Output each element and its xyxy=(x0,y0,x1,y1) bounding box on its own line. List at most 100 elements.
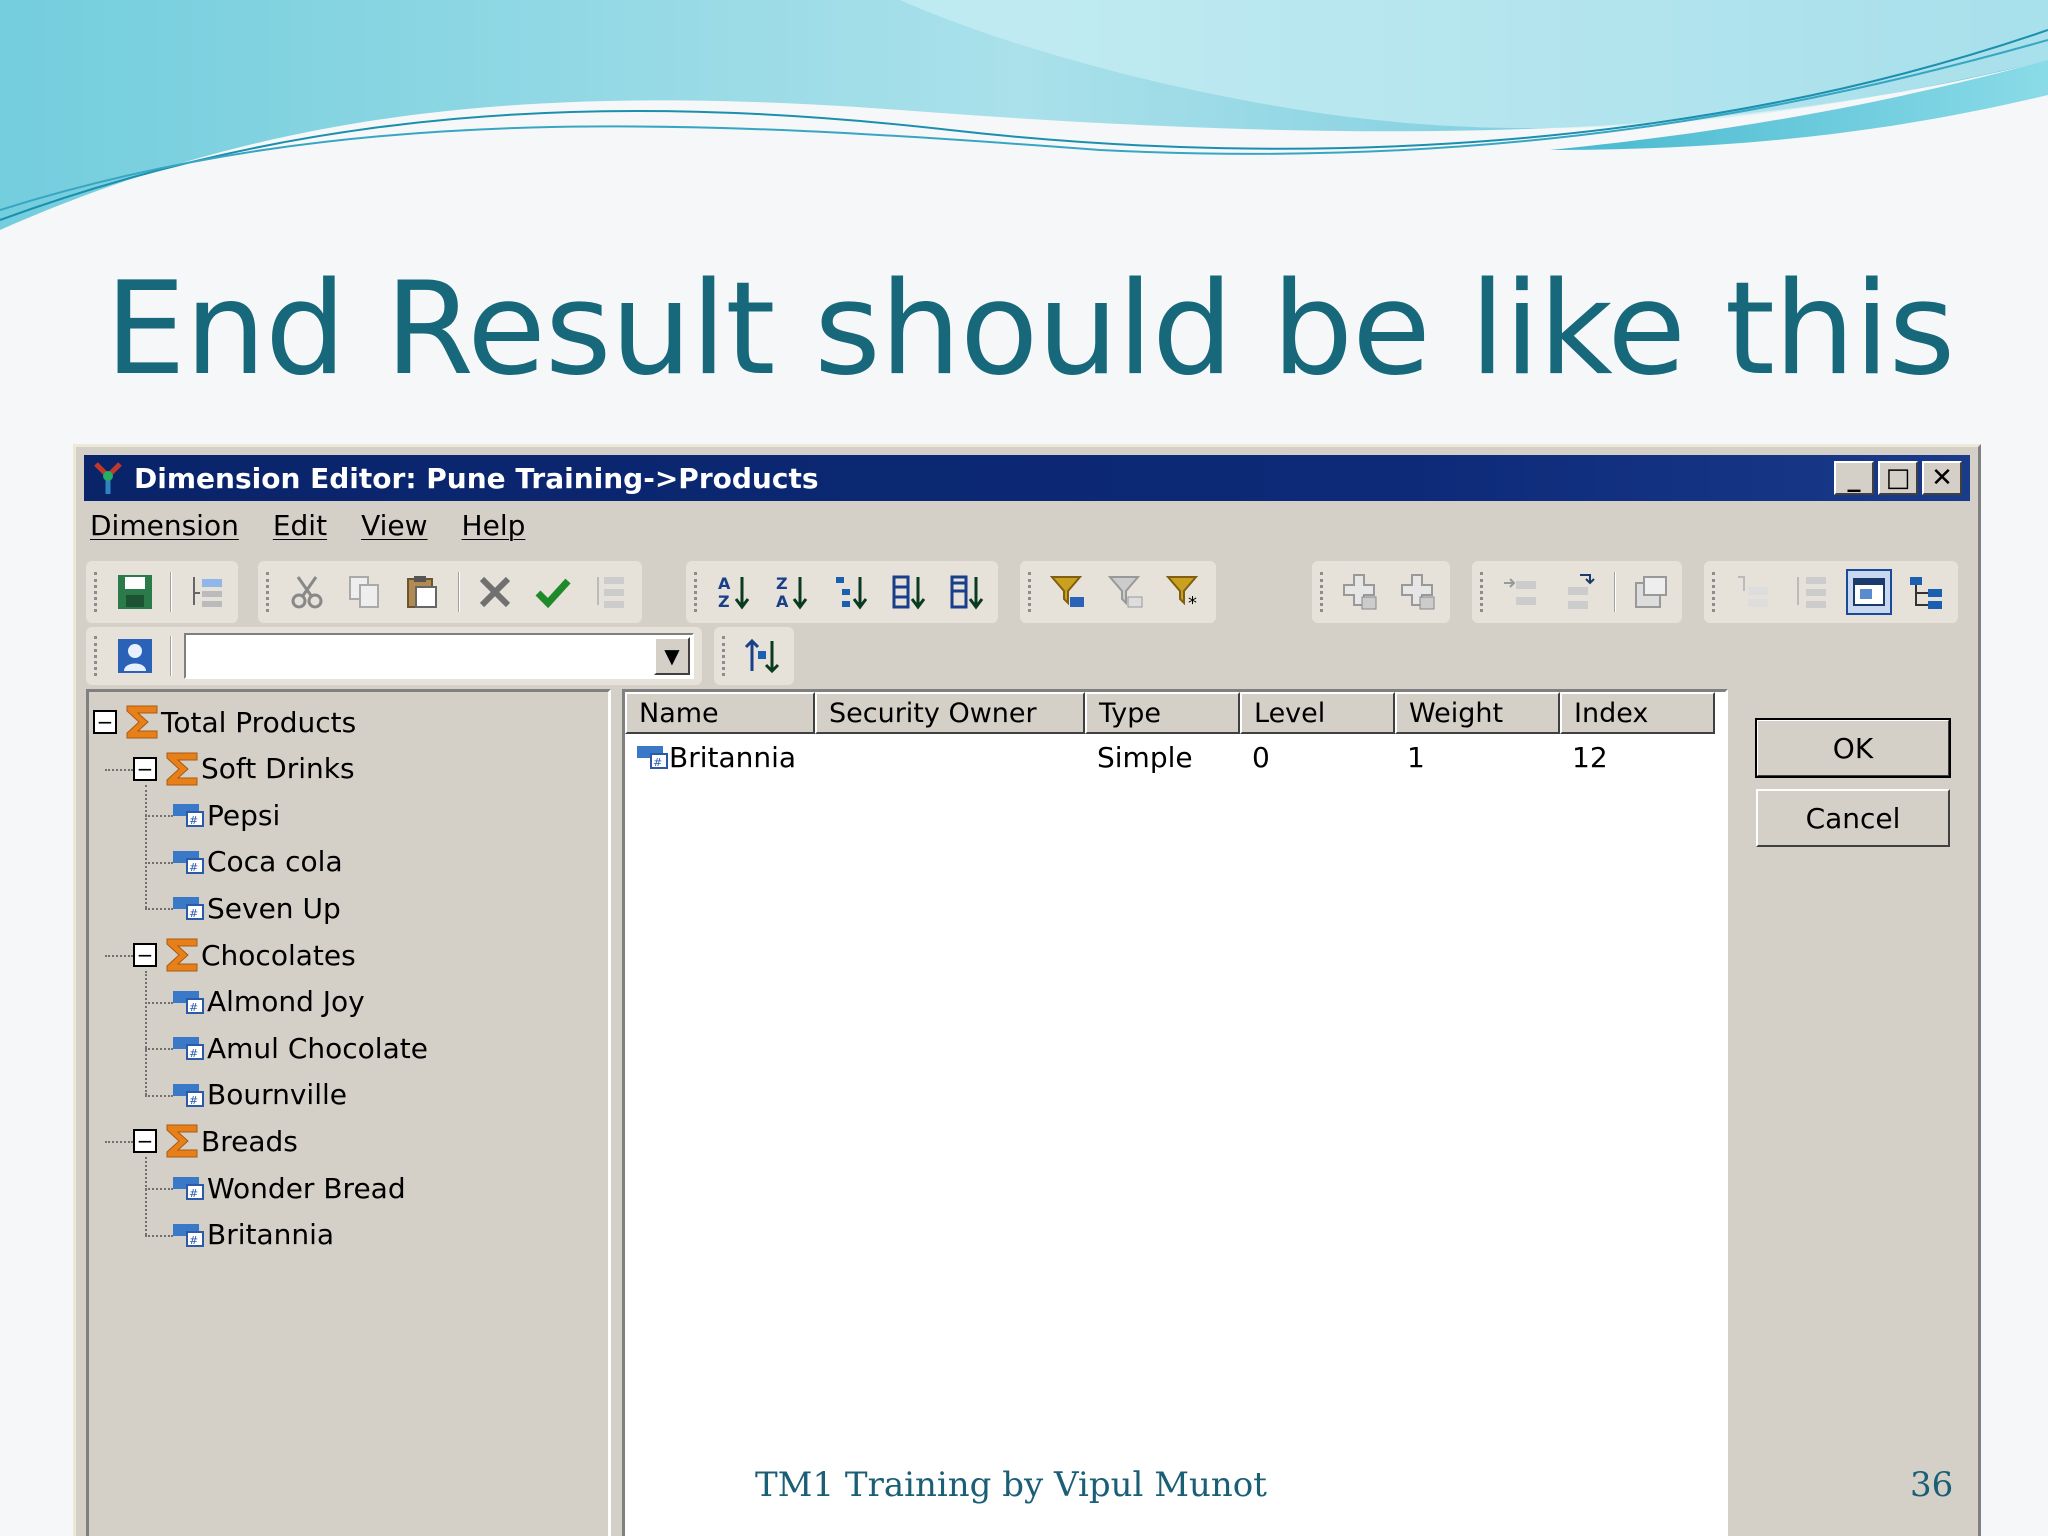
grid-cell-level: 0 xyxy=(1240,741,1395,774)
window-icon[interactable] xyxy=(1846,569,1892,615)
toolbar-grip[interactable] xyxy=(266,572,272,612)
sort-hierarchy-desc-icon[interactable] xyxy=(944,569,990,615)
tree-connector xyxy=(145,1094,173,1097)
insert-element-icon[interactable] xyxy=(184,569,230,615)
tree-node-leaf[interactable]: # Almond Joy xyxy=(173,982,365,1022)
tree-node-leaf[interactable]: # Pepsi xyxy=(173,795,280,835)
simple-element-icon: # xyxy=(173,1035,205,1061)
column-header[interactable]: Weight xyxy=(1395,692,1560,734)
toolbar-sort: AZ ZA xyxy=(686,561,998,623)
sort-az-icon[interactable]: AZ xyxy=(712,569,758,615)
tree-connector xyxy=(105,1141,133,1144)
expand-icon[interactable] xyxy=(1338,569,1384,615)
maximize-button[interactable]: □ xyxy=(1878,461,1918,495)
collapse-toggle-icon[interactable]: − xyxy=(133,1129,157,1154)
tree-node-label: Breads xyxy=(201,1124,298,1158)
paste-icon[interactable] xyxy=(400,569,446,615)
title-bar[interactable]: Dimension Editor: Pune Training->Product… xyxy=(84,455,1970,501)
toolbar-grip[interactable] xyxy=(1320,572,1326,612)
sort-hierarchy-icon[interactable] xyxy=(886,569,932,615)
ok-button[interactable]: OK xyxy=(1755,718,1951,778)
menu-dimension[interactable]: Dimension xyxy=(90,509,239,542)
simple-element-icon: # xyxy=(637,744,669,770)
tree-node-root[interactable]: − Total Products xyxy=(93,702,356,742)
user-icon[interactable] xyxy=(112,633,158,679)
column-header[interactable]: Index xyxy=(1560,692,1715,734)
tree-node-leaf[interactable]: # Bournville xyxy=(173,1075,347,1115)
grid-cell-name: # Britannia xyxy=(625,741,815,774)
simple-element-icon: # xyxy=(173,1082,205,1108)
sort-za-icon[interactable]: ZA xyxy=(770,569,816,615)
chevron-down-icon[interactable]: ▼ xyxy=(654,637,690,675)
close-button[interactable]: ✕ xyxy=(1922,461,1962,495)
filter-wildcard-icon[interactable]: * xyxy=(1162,569,1208,615)
tree-node-group[interactable]: − Chocolates xyxy=(133,935,356,975)
cancel-button[interactable]: Cancel xyxy=(1756,789,1950,847)
subset-combo[interactable]: ▼ xyxy=(184,633,694,679)
tree-node-leaf[interactable]: # Coca cola xyxy=(173,842,343,882)
svg-text:A: A xyxy=(718,574,731,593)
cut-icon[interactable] xyxy=(284,569,330,615)
column-header[interactable]: Security Owner xyxy=(815,692,1085,734)
column-header[interactable]: Type xyxy=(1085,692,1240,734)
sort-index-asc-icon[interactable] xyxy=(828,569,874,615)
insert-child-icon[interactable] xyxy=(1498,569,1544,615)
slide-footer: TM1 Training by Vipul Munot xyxy=(755,1465,1267,1505)
toolbar-grip[interactable] xyxy=(94,636,100,676)
tree-node-leaf[interactable]: # Wonder Bread xyxy=(173,1168,406,1208)
sort-order-icon[interactable] xyxy=(740,633,786,679)
toolbar-grip[interactable] xyxy=(694,572,700,612)
menu-help[interactable]: Help xyxy=(462,509,526,542)
dimension-editor-window: Dimension Editor: Pune Training->Product… xyxy=(73,444,1981,1536)
collapse-toggle-icon[interactable]: − xyxy=(133,943,157,967)
collapse-toggle-icon[interactable]: − xyxy=(133,756,157,781)
toolbar-grip[interactable] xyxy=(722,636,728,676)
grid-cell-weight: 1 xyxy=(1395,741,1560,774)
toolbar-grip[interactable] xyxy=(1480,572,1486,612)
tree-connector xyxy=(145,1048,173,1051)
column-header[interactable]: Level xyxy=(1240,692,1395,734)
properties-icon[interactable] xyxy=(1628,569,1674,615)
svg-text:A: A xyxy=(776,592,789,611)
tree-icon[interactable] xyxy=(1904,569,1950,615)
grid-cell-index: 12 xyxy=(1560,741,1715,774)
toolbar-separator xyxy=(170,572,172,612)
column-header[interactable]: Name xyxy=(625,692,815,734)
copy-icon[interactable] xyxy=(342,569,388,615)
insert-sibling-icon[interactable] xyxy=(1556,569,1602,615)
tree-connector xyxy=(145,784,147,909)
toolbar-expand xyxy=(1312,561,1450,623)
collapse-toggle-icon[interactable]: − xyxy=(93,710,117,734)
filter-clear-icon[interactable] xyxy=(1104,569,1150,615)
slide-title: End Result should be like this xyxy=(105,255,1955,404)
toolbar-view xyxy=(1704,561,1958,623)
tree-connector xyxy=(105,768,133,771)
hierarchy-icon[interactable] xyxy=(588,569,634,615)
tree-node-leaf[interactable]: # Britannia xyxy=(173,1215,334,1255)
toolbar-grip[interactable] xyxy=(1028,572,1034,612)
collapse-icon[interactable] xyxy=(1396,569,1442,615)
tree-node-leaf[interactable]: # Seven Up xyxy=(173,888,341,928)
save-icon[interactable] xyxy=(112,569,158,615)
tree-node-group[interactable]: − Breads xyxy=(133,1121,298,1161)
check-icon[interactable] xyxy=(530,569,576,615)
tree-node-group[interactable]: − Soft Drinks xyxy=(133,749,355,789)
menu-edit[interactable]: Edit xyxy=(273,509,327,542)
toolbar-grip[interactable] xyxy=(1712,572,1718,612)
filter-icon[interactable] xyxy=(1046,569,1092,615)
svg-text:*: * xyxy=(1188,593,1197,611)
tree-node-label: Total Products xyxy=(161,705,357,739)
show-children-icon[interactable] xyxy=(1788,569,1834,615)
delete-icon[interactable] xyxy=(472,569,518,615)
tree-node-leaf[interactable]: # Amul Chocolate xyxy=(173,1028,428,1068)
show-parents-icon[interactable] xyxy=(1730,569,1776,615)
cell-text: 1 xyxy=(1407,740,1425,774)
element-grid: Name Security Owner Type Level Weight Index #… xyxy=(622,689,1728,1536)
cell-text: Simple xyxy=(1097,740,1193,774)
consolidated-sigma-icon xyxy=(165,751,199,787)
toolbar-grip[interactable] xyxy=(94,572,100,612)
minimize-button[interactable]: _ xyxy=(1834,461,1874,495)
menu-view[interactable]: View xyxy=(361,509,427,542)
table-row[interactable]: # Britannia Simple 0 1 12 xyxy=(625,734,1725,780)
toolbar-filter: * xyxy=(1020,561,1216,623)
